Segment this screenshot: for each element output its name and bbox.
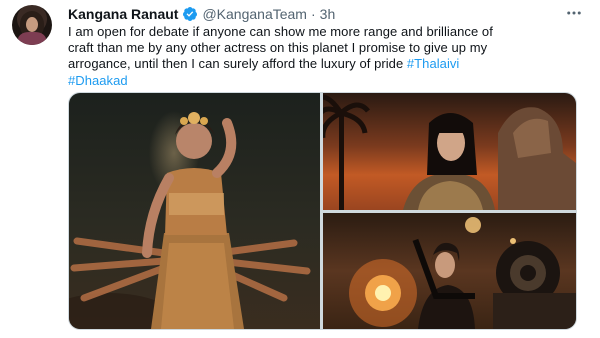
- avatar-body: [18, 32, 46, 45]
- avatar-face: [26, 17, 38, 32]
- tweet-text-segment: arrogance, until then I can surely affor…: [68, 56, 407, 72]
- tweet-text-line: arrogance, until then I can surely affor…: [68, 56, 588, 72]
- tweet-text: I am open for debate if anyone can show …: [68, 24, 588, 89]
- avatar[interactable]: [12, 5, 52, 45]
- hashtag-dhaakad[interactable]: #Dhaakad: [68, 73, 128, 88]
- tweet-text-line: craft than me by any other actress on th…: [68, 40, 488, 56]
- media-grid: [68, 92, 577, 330]
- media-photo-action[interactable]: [323, 213, 576, 329]
- hashtag-thalaivi[interactable]: #Thalaivi: [407, 56, 459, 71]
- tweet-text-line: I am open for debate if anyone can show …: [68, 24, 493, 39]
- more-options-icon[interactable]: [562, 4, 586, 22]
- media-photo-portrait[interactable]: [323, 93, 576, 210]
- action-illustration: [349, 217, 576, 329]
- author-handle[interactable]: @KanganaTeam: [202, 6, 307, 22]
- media-photo-dancer[interactable]: [69, 93, 320, 329]
- tweet-text-line: #Dhaakad: [68, 73, 588, 89]
- verified-badge-icon: [182, 6, 198, 22]
- author-name[interactable]: Kangana Ranaut: [68, 6, 178, 22]
- portrait-illustration: [323, 94, 576, 210]
- tweet-header: Kangana Ranaut @KanganaTeam · 3h: [68, 6, 335, 22]
- tweet: Kangana Ranaut @KanganaTeam · 3h I am op…: [0, 0, 600, 338]
- dancer-illustration: [69, 112, 311, 329]
- timestamp[interactable]: 3h: [320, 6, 336, 22]
- separator-dot: ·: [310, 6, 316, 22]
